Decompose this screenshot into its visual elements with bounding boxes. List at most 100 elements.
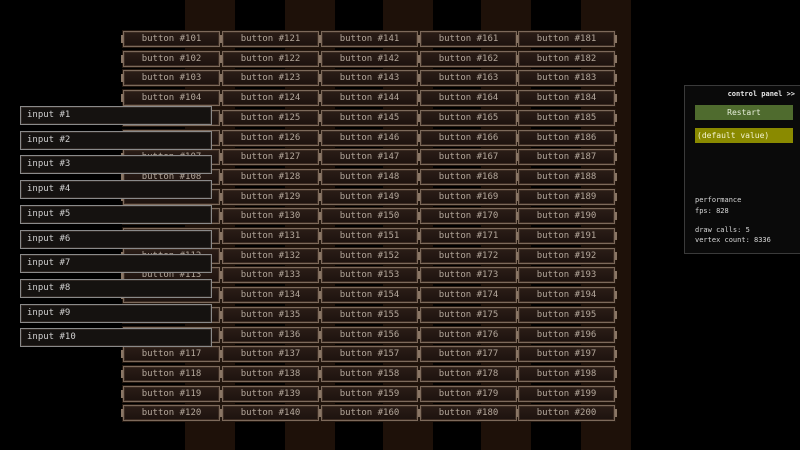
grid-button[interactable]: button #124 xyxy=(220,90,321,107)
grid-button[interactable]: button #144 xyxy=(319,90,420,107)
grid-button[interactable]: button #186 xyxy=(516,129,617,146)
grid-button[interactable]: button #192 xyxy=(516,247,617,264)
grid-button[interactable]: button #195 xyxy=(516,306,617,323)
default-value-field[interactable]: (default value) xyxy=(695,128,793,143)
grid-button[interactable]: button #181 xyxy=(516,31,617,47)
grid-button[interactable]: button #141 xyxy=(319,31,420,47)
grid-button[interactable]: button #163 xyxy=(418,70,519,87)
text-input[interactable]: input #6 xyxy=(20,229,212,249)
grid-button[interactable]: button #154 xyxy=(319,287,420,304)
grid-button[interactable]: button #161 xyxy=(418,31,519,47)
grid-button[interactable]: button #126 xyxy=(220,129,321,146)
grid-button[interactable]: button #166 xyxy=(418,129,519,146)
grid-button[interactable]: button #150 xyxy=(319,208,420,225)
grid-button[interactable]: button #172 xyxy=(418,247,519,264)
grid-button[interactable]: button #191 xyxy=(516,228,617,244)
grid-button[interactable]: button #169 xyxy=(418,188,519,205)
grid-button[interactable]: button #119 xyxy=(121,385,222,402)
grid-button[interactable]: button #156 xyxy=(319,326,420,343)
grid-button[interactable]: button #183 xyxy=(516,70,617,87)
grid-button[interactable]: button #174 xyxy=(418,287,519,304)
text-input[interactable]: input #8 xyxy=(20,278,212,298)
grid-button[interactable]: button #196 xyxy=(516,326,617,343)
grid-button[interactable]: button #165 xyxy=(418,109,519,126)
grid-button[interactable]: button #148 xyxy=(319,168,420,185)
grid-button[interactable]: button #178 xyxy=(418,365,519,382)
grid-button[interactable]: button #194 xyxy=(516,287,617,304)
grid-button[interactable]: button #167 xyxy=(418,149,519,166)
grid-button[interactable]: button #187 xyxy=(516,149,617,166)
grid-button[interactable]: button #133 xyxy=(220,267,321,284)
grid-button[interactable]: button #198 xyxy=(516,365,617,382)
grid-button[interactable]: button #180 xyxy=(418,405,519,422)
text-input[interactable]: input #9 xyxy=(20,303,212,323)
grid-button[interactable]: button #118 xyxy=(121,365,222,382)
grid-button[interactable]: button #147 xyxy=(319,149,420,166)
text-input[interactable]: input #3 xyxy=(20,155,212,175)
grid-button[interactable]: button #176 xyxy=(418,326,519,343)
grid-button[interactable]: button #120 xyxy=(121,405,222,422)
grid-button[interactable]: button #145 xyxy=(319,109,420,126)
grid-button[interactable]: button #138 xyxy=(220,365,321,382)
grid-button[interactable]: button #104 xyxy=(121,90,222,107)
grid-button[interactable]: button #125 xyxy=(220,109,321,126)
control-panel-toggle[interactable]: control panel >> xyxy=(728,90,795,98)
text-input[interactable]: input #10 xyxy=(20,328,212,348)
grid-button[interactable]: button #193 xyxy=(516,267,617,284)
grid-button[interactable]: button #121 xyxy=(220,31,321,47)
grid-button[interactable]: button #132 xyxy=(220,247,321,264)
restart-button[interactable]: Restart xyxy=(695,105,793,120)
grid-button[interactable]: button #182 xyxy=(516,50,617,67)
grid-button[interactable]: button #137 xyxy=(220,346,321,363)
text-input[interactable]: input #5 xyxy=(20,204,212,224)
grid-button[interactable]: button #171 xyxy=(418,228,519,244)
grid-button[interactable]: button #117 xyxy=(121,346,222,363)
grid-button[interactable]: button #164 xyxy=(418,90,519,107)
grid-button[interactable]: button #131 xyxy=(220,228,321,244)
grid-button[interactable]: button #177 xyxy=(418,346,519,363)
text-input[interactable]: input #7 xyxy=(20,254,212,274)
grid-button[interactable]: button #189 xyxy=(516,188,617,205)
grid-button[interactable]: button #199 xyxy=(516,385,617,402)
grid-button[interactable]: button #146 xyxy=(319,129,420,146)
grid-button[interactable]: button #200 xyxy=(516,405,617,422)
grid-button[interactable]: button #170 xyxy=(418,208,519,225)
grid-button[interactable]: button #139 xyxy=(220,385,321,402)
grid-button[interactable]: button #197 xyxy=(516,346,617,363)
grid-button[interactable]: button #136 xyxy=(220,326,321,343)
grid-button[interactable]: button #179 xyxy=(418,385,519,402)
grid-button[interactable]: button #173 xyxy=(418,267,519,284)
grid-button[interactable]: button #175 xyxy=(418,306,519,323)
grid-button[interactable]: button #159 xyxy=(319,385,420,402)
grid-button[interactable]: button #149 xyxy=(319,188,420,205)
grid-button[interactable]: button #103 xyxy=(121,70,222,87)
text-input[interactable]: input #2 xyxy=(20,130,212,150)
grid-button[interactable]: button #129 xyxy=(220,188,321,205)
grid-button[interactable]: button #155 xyxy=(319,306,420,323)
grid-button[interactable]: button #128 xyxy=(220,168,321,185)
grid-button[interactable]: button #162 xyxy=(418,50,519,67)
grid-button[interactable]: button #130 xyxy=(220,208,321,225)
grid-button[interactable]: button #140 xyxy=(220,405,321,422)
grid-button[interactable]: button #188 xyxy=(516,168,617,185)
grid-button[interactable]: button #152 xyxy=(319,247,420,264)
grid-button[interactable]: button #135 xyxy=(220,306,321,323)
text-input[interactable]: input #1 xyxy=(20,106,212,125)
grid-button[interactable]: button #168 xyxy=(418,168,519,185)
grid-button[interactable]: button #153 xyxy=(319,267,420,284)
grid-button[interactable]: button #184 xyxy=(516,90,617,107)
grid-button[interactable]: button #185 xyxy=(516,109,617,126)
grid-button[interactable]: button #142 xyxy=(319,50,420,67)
grid-button[interactable]: button #123 xyxy=(220,70,321,87)
grid-button[interactable]: button #158 xyxy=(319,365,420,382)
text-input[interactable]: input #4 xyxy=(20,180,212,200)
grid-button[interactable]: button #143 xyxy=(319,70,420,87)
grid-button[interactable]: button #160 xyxy=(319,405,420,422)
grid-button[interactable]: button #101 xyxy=(121,31,222,47)
grid-button[interactable]: button #102 xyxy=(121,50,222,67)
grid-button[interactable]: button #127 xyxy=(220,149,321,166)
grid-button[interactable]: button #134 xyxy=(220,287,321,304)
grid-button[interactable]: button #190 xyxy=(516,208,617,225)
grid-button[interactable]: button #151 xyxy=(319,228,420,244)
grid-button[interactable]: button #122 xyxy=(220,50,321,67)
